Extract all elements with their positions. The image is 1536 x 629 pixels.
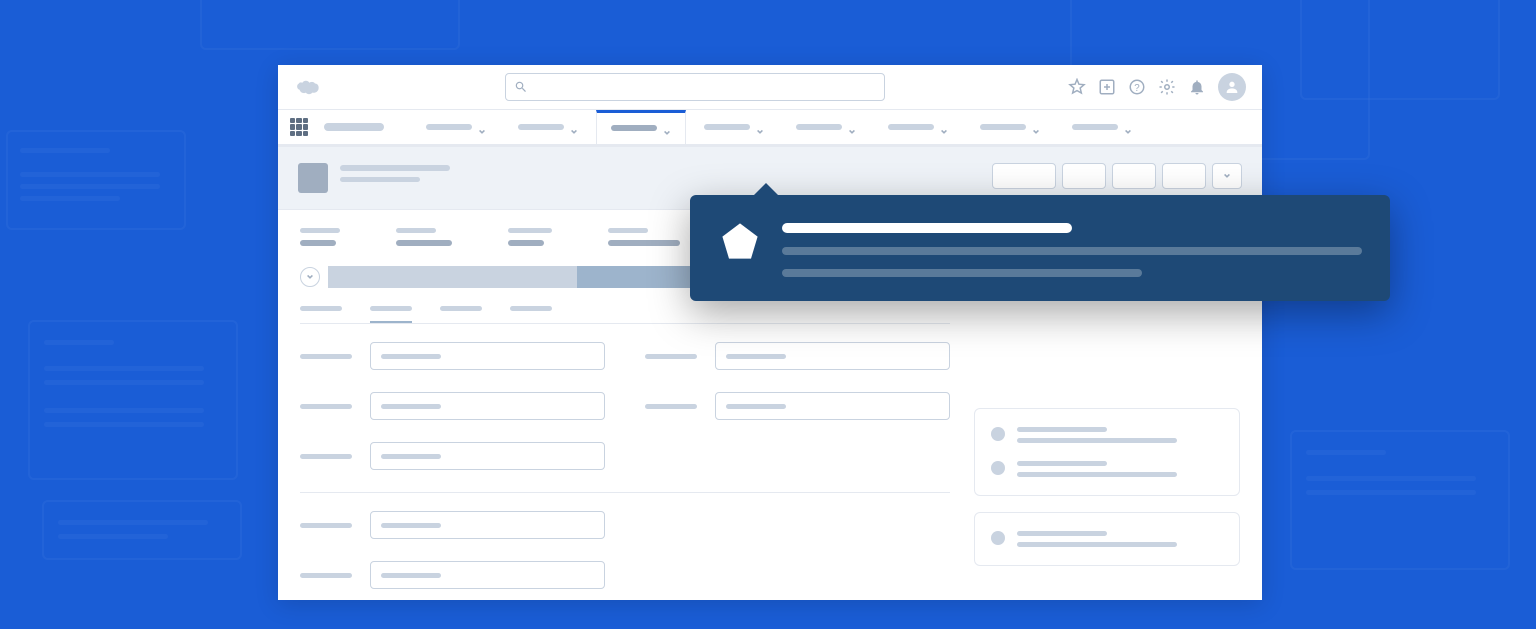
side-panel-1 bbox=[974, 512, 1240, 566]
action-button-3[interactable] bbox=[1162, 163, 1206, 189]
chevron-down-icon bbox=[663, 124, 671, 132]
page-title-group bbox=[298, 163, 450, 193]
global-header: ? bbox=[278, 65, 1262, 109]
chevron-down-icon bbox=[478, 123, 486, 131]
chevron-down-icon bbox=[1124, 123, 1132, 131]
form-section-0 bbox=[300, 342, 950, 589]
action-button-0[interactable] bbox=[992, 163, 1056, 189]
popover-body bbox=[782, 219, 1362, 277]
list-item[interactable] bbox=[991, 461, 1223, 477]
nav-tab-5[interactable] bbox=[874, 110, 962, 144]
summary-field-2 bbox=[508, 228, 552, 246]
summary-field-3 bbox=[608, 228, 680, 246]
detail-tabs bbox=[300, 306, 950, 324]
chevron-down-icon bbox=[756, 123, 764, 131]
action-button-1[interactable] bbox=[1062, 163, 1106, 189]
popover-title bbox=[782, 223, 1072, 233]
form-field bbox=[645, 392, 950, 420]
chevron-down-icon bbox=[848, 123, 856, 131]
user-avatar-icon[interactable] bbox=[1218, 73, 1246, 101]
list-item[interactable] bbox=[991, 531, 1223, 547]
path-step-2[interactable] bbox=[577, 266, 701, 288]
path-step-0[interactable] bbox=[328, 266, 452, 288]
text-input[interactable] bbox=[370, 561, 605, 589]
text-input[interactable] bbox=[715, 392, 950, 420]
detail-tab-2[interactable] bbox=[440, 306, 482, 323]
action-button-menu[interactable] bbox=[1212, 163, 1242, 189]
text-input[interactable] bbox=[370, 392, 605, 420]
nav-tab-7[interactable] bbox=[1058, 110, 1146, 144]
global-search-input[interactable] bbox=[505, 73, 885, 101]
svg-text:?: ? bbox=[1134, 83, 1140, 94]
nav-tab-2[interactable] bbox=[596, 110, 686, 144]
nav-bar bbox=[278, 109, 1262, 147]
popover-text-line bbox=[782, 269, 1142, 277]
bullet-icon bbox=[991, 461, 1005, 475]
bullet-icon bbox=[991, 531, 1005, 545]
form-field bbox=[300, 561, 605, 589]
detail-tab-1[interactable] bbox=[370, 306, 412, 323]
search-container bbox=[322, 73, 1068, 101]
detail-tab-0[interactable] bbox=[300, 306, 342, 323]
list-item[interactable] bbox=[991, 427, 1223, 443]
form-field bbox=[300, 342, 605, 370]
summary-field-1 bbox=[396, 228, 452, 246]
app-name bbox=[324, 123, 384, 131]
text-input[interactable] bbox=[370, 342, 605, 370]
text-input[interactable] bbox=[370, 442, 605, 470]
nav-tab-1[interactable] bbox=[504, 110, 592, 144]
section-divider bbox=[300, 492, 950, 493]
gear-icon[interactable] bbox=[1158, 78, 1176, 96]
page-title-text bbox=[340, 163, 450, 182]
guidance-popover[interactable] bbox=[690, 195, 1390, 301]
nav-tab-4[interactable] bbox=[782, 110, 870, 144]
header-utility-icons: ? bbox=[1068, 73, 1246, 101]
add-icon[interactable] bbox=[1098, 78, 1116, 96]
app-launcher-icon[interactable] bbox=[290, 118, 308, 136]
form-field bbox=[645, 342, 950, 370]
record-type-icon bbox=[298, 163, 328, 193]
form-field bbox=[300, 442, 605, 470]
text-input[interactable] bbox=[715, 342, 950, 370]
search-icon bbox=[514, 80, 528, 94]
path-collapse-button[interactable] bbox=[300, 267, 320, 287]
popover-text-line bbox=[782, 247, 1362, 255]
chevron-down-icon bbox=[940, 123, 948, 131]
summary-field-0 bbox=[300, 228, 340, 246]
form-field bbox=[300, 392, 605, 420]
app-window: ? bbox=[278, 65, 1262, 600]
path-step-1[interactable] bbox=[452, 266, 576, 288]
pentagon-badge-icon bbox=[718, 219, 762, 263]
help-icon[interactable]: ? bbox=[1128, 78, 1146, 96]
bullet-icon bbox=[991, 427, 1005, 441]
record-action-buttons bbox=[992, 163, 1242, 189]
chevron-down-icon bbox=[570, 123, 578, 131]
bell-icon[interactable] bbox=[1188, 78, 1206, 96]
nav-tab-0[interactable] bbox=[412, 110, 500, 144]
chevron-down-icon bbox=[1032, 123, 1040, 131]
side-panel-0 bbox=[974, 408, 1240, 496]
detail-tab-3[interactable] bbox=[510, 306, 552, 323]
action-button-2[interactable] bbox=[1112, 163, 1156, 189]
form-field bbox=[300, 511, 605, 539]
nav-tab-6[interactable] bbox=[966, 110, 1054, 144]
salesforce-logo-icon bbox=[294, 77, 322, 97]
text-input[interactable] bbox=[370, 511, 605, 539]
favorite-icon[interactable] bbox=[1068, 78, 1086, 96]
nav-tab-3[interactable] bbox=[690, 110, 778, 144]
